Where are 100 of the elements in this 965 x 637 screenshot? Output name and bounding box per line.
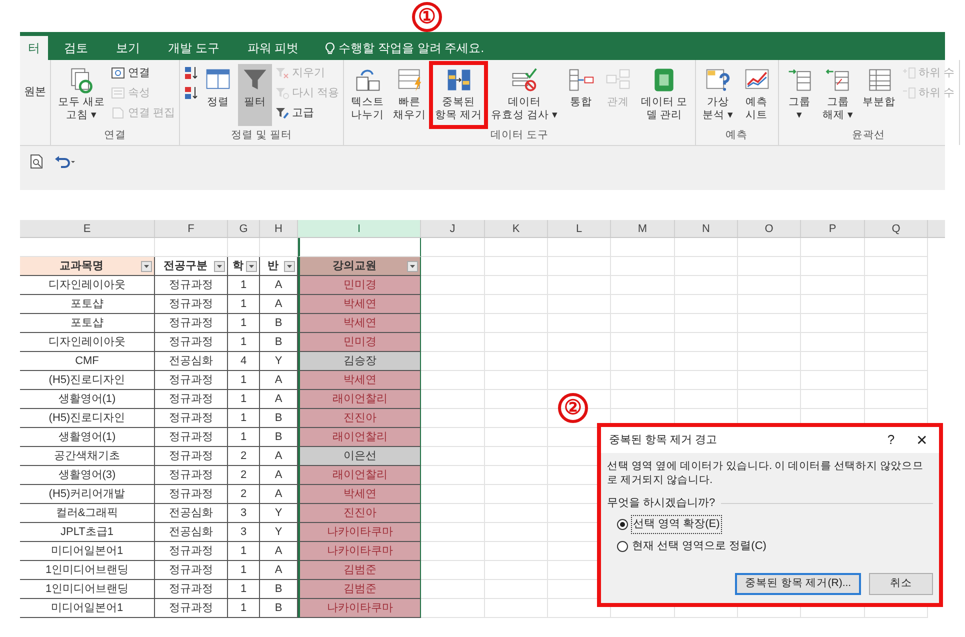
column-header[interactable]: O (738, 220, 801, 237)
tell-me-field[interactable]: 수행할 작업을 알려 주세요. (338, 39, 484, 57)
empty-cell (485, 409, 548, 428)
dialog-button[interactable]: 취소 (869, 573, 933, 595)
empty-cell (801, 371, 865, 390)
empty-cell (801, 352, 865, 371)
table-cell: 나카이타쿠마 (298, 523, 421, 542)
sort-ascending-icon (184, 66, 198, 80)
group-label: 예측 (724, 128, 749, 142)
table-cell: 민미경 (298, 276, 421, 295)
radio-button[interactable] (617, 541, 628, 552)
table-cell: 진진아 (298, 409, 421, 428)
table-cell: 생활영어(1) (20, 428, 155, 447)
ribbon-button[interactable]: 그룹 해제 ▾ (820, 64, 857, 126)
ribbon-small-button[interactable]: 고급 (274, 104, 340, 122)
ribbon-button[interactable]: 예측 시트 (740, 64, 774, 126)
close-button[interactable]: ✕ (905, 430, 939, 450)
ribbon-tab[interactable]: 개발 도구 (156, 36, 232, 60)
advanced-filter-icon (274, 106, 289, 120)
radio-button[interactable] (617, 519, 628, 530)
empty-cell (611, 352, 675, 371)
ribbon-button[interactable]: 통합 (564, 64, 598, 126)
collapse-icon (902, 86, 916, 100)
empty-cell (611, 276, 675, 295)
column-header[interactable]: L (548, 220, 611, 237)
ribbon-button[interactable]: 중복된 항목 제거 (432, 64, 485, 126)
column-header[interactable]: E (20, 220, 155, 237)
empty-cell (485, 599, 548, 618)
dialog-button[interactable]: 중복된 항목 제거(R)... (735, 573, 861, 595)
column-header[interactable]: K (485, 220, 548, 237)
filter-dropdown[interactable] (407, 260, 418, 272)
empty-cell (865, 257, 928, 276)
table-cell: 전공심화 (155, 523, 228, 542)
empty-cell (865, 352, 928, 371)
filter-dropdown[interactable] (141, 260, 152, 272)
table-cell: 1 (228, 276, 260, 295)
column-header[interactable]: M (611, 220, 675, 237)
column-header[interactable]: J (421, 220, 485, 237)
table-cell: (H5)커리어개발 (20, 485, 155, 504)
column-header[interactable]: G (228, 220, 260, 237)
caret-icon (410, 264, 415, 268)
ribbon-small-button[interactable]: 원본 (24, 83, 46, 101)
ribbon-small-button[interactable]: 연결 (110, 64, 175, 82)
ribbon-button[interactable]: 데이터 모 델 관리 (638, 64, 691, 126)
empty-cell (548, 276, 611, 295)
ribbon-tab[interactable]: 터 (20, 36, 48, 60)
table-cell: 생활영어(1) (20, 390, 155, 409)
table-cell: (H5)진로디자인 (20, 409, 155, 428)
ribbon-small-button[interactable] (184, 84, 198, 102)
empty-cell (801, 295, 865, 314)
ribbon-button[interactable]: 그룹 ▾ (782, 64, 817, 126)
ribbon-button[interactable]: 필터 (238, 64, 272, 126)
table-cell: 정규과정 (155, 409, 228, 428)
table-cell: 2 (228, 466, 260, 485)
empty-cell (801, 333, 865, 352)
undo-icon[interactable] (54, 154, 76, 168)
empty-cell (865, 333, 928, 352)
table-cell: 래이언찰리 (298, 390, 421, 409)
table-cell: 1 (228, 390, 260, 409)
column-header[interactable]: Q (865, 220, 928, 237)
ribbon-button[interactable]: 부분합 (860, 64, 899, 126)
radio-label[interactable]: 선택 영역 확장(E) (631, 515, 722, 534)
empty-cell (548, 257, 611, 276)
table-cell: 1 (228, 542, 260, 561)
group-label: 연결 (102, 128, 127, 142)
table-cell: 2 (228, 447, 260, 466)
empty-cell (548, 314, 611, 333)
filter-dropdown[interactable] (246, 260, 257, 272)
ribbon-tab[interactable]: 검토 (52, 36, 100, 60)
table-cell: 전공심화 (155, 504, 228, 523)
ribbon-tab[interactable]: 파워 피벗 (235, 36, 311, 60)
filter-dropdown[interactable] (214, 260, 225, 272)
empty-cell (485, 314, 548, 333)
column-header[interactable]: N (675, 220, 738, 237)
table-cell: 1 (228, 580, 260, 599)
empty-cell (485, 257, 548, 276)
ribbon-small-button[interactable] (184, 64, 198, 82)
ribbon-button[interactable]: 정렬 (200, 64, 235, 126)
column-header[interactable]: F (155, 220, 228, 237)
empty-cell (738, 314, 801, 333)
ribbon-button[interactable]: 데이터 유효성 검사 ▾ (488, 64, 561, 126)
table-cell: 정규과정 (155, 428, 228, 447)
ribbon-button[interactable]: 텍스트 나누기 (348, 64, 388, 126)
empty-cell (611, 371, 675, 390)
ribbon-button[interactable]: 빠른 채우기 (390, 64, 430, 126)
table-cell: 정규과정 (155, 371, 228, 390)
column-header[interactable]: I (298, 220, 421, 237)
help-button[interactable]: ? (877, 430, 905, 450)
empty-cell (548, 371, 611, 390)
empty-cell (675, 352, 738, 371)
lightbulb-icon (324, 42, 335, 54)
radio-label[interactable]: 현재 선택 영역으로 정렬(C) (631, 538, 768, 555)
print-preview-icon[interactable] (30, 154, 44, 169)
ribbon-button[interactable]: 모두 새로 고침 ▾ (55, 64, 108, 126)
table-cell: 박세연 (298, 371, 421, 390)
ribbon-button[interactable]: 가상 분석 ▾ (700, 64, 737, 126)
filter-dropdown[interactable] (284, 260, 295, 272)
ribbon-tab[interactable]: 보기 (104, 36, 152, 60)
column-header[interactable]: P (801, 220, 865, 237)
table-cell: 1 (228, 314, 260, 333)
